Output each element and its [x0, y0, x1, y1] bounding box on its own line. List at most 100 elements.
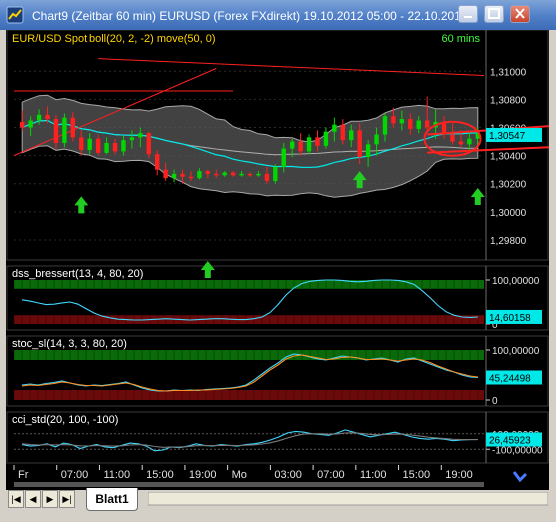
time-tick-label: 07:00	[317, 469, 345, 481]
time-tick-label: Mo	[232, 469, 247, 481]
price-bar-body	[146, 133, 151, 155]
overlay-label: boll(20, 2, -2) move(50, 0)	[89, 33, 216, 45]
close-button[interactable]	[510, 5, 530, 23]
time-tick-label: 19:00	[445, 469, 473, 481]
price-bar-body	[315, 137, 320, 146]
price-bar-body	[121, 140, 126, 152]
price-bar-body	[95, 138, 101, 153]
price-bar-body	[104, 142, 109, 153]
price-bar-body	[416, 120, 421, 129]
price-tick-label: 1,29800	[490, 236, 527, 247]
chart-canvas[interactable]: 1,310001,308001,306001,304001,302001,300…	[6, 30, 549, 490]
time-tick-label: 03:00	[274, 469, 302, 481]
price-bar-body	[357, 130, 362, 158]
price-bar-body	[45, 114, 50, 120]
price-bar-body	[467, 138, 472, 145]
price-bar-body	[171, 173, 177, 179]
indicator-tick-label: 100,00000	[492, 276, 540, 287]
price-bar-body	[205, 171, 211, 174]
price-bar-body	[197, 171, 202, 179]
indicator-last-value: 26,45923	[489, 435, 531, 446]
price-bar-body	[36, 114, 42, 121]
price-bar-body	[382, 116, 388, 135]
price-bar-body	[188, 176, 194, 179]
price-bar-body	[247, 173, 253, 176]
price-bar-body	[332, 124, 337, 132]
price-bar-body	[256, 173, 261, 176]
price-bar-body	[239, 173, 244, 176]
price-bar-body	[298, 141, 303, 152]
price-tick-label: 1,31000	[490, 67, 527, 78]
price-bar-body	[289, 141, 295, 149]
close-icon	[515, 8, 525, 19]
maximize-icon	[488, 8, 500, 19]
indicator-tick-label: 0	[492, 396, 498, 407]
price-bar-body	[374, 134, 379, 145]
price-bar-body	[340, 124, 345, 141]
price-bar-body	[53, 119, 59, 143]
sheet-tab-bar: |◀ ◀ ▶ ▶| Blatt1	[6, 488, 549, 522]
price-bar-body	[408, 119, 413, 129]
time-tick-label: 19:00	[189, 469, 217, 481]
indicator-label: stoc_sl(14, 3, 3, 80, 20)	[12, 338, 127, 350]
price-bar-body	[129, 137, 135, 141]
instrument-label: EUR/USD Spot	[12, 33, 87, 45]
minimize-icon	[464, 16, 472, 18]
price-bar-body	[180, 173, 185, 177]
timeframe-label: 60 mins	[441, 33, 480, 45]
window-title: Chart9 (Zeitbar 60 min) EURUSD (Forex FX…	[32, 9, 461, 23]
price-bar-body	[273, 166, 278, 181]
price-bar-body	[264, 173, 270, 181]
price-bar-body	[399, 119, 405, 124]
price-tick-label: 1,30800	[490, 95, 527, 106]
price-bar-body	[450, 134, 455, 142]
indicator-label: cci_std(20, 100, -100)	[12, 414, 118, 426]
price-bar-body	[70, 117, 76, 138]
price-bar-body	[349, 130, 354, 141]
chart-area[interactable]: 1,310001,308001,306001,304001,302001,300…	[6, 30, 549, 490]
time-tick-label: 11:00	[360, 469, 387, 481]
price-bar-body	[79, 137, 84, 150]
price-bar-body	[222, 172, 227, 176]
price-tick-label: 1,30200	[490, 180, 527, 191]
price-bar-body	[424, 120, 430, 128]
last-sheet-button[interactable]: ▶|	[59, 490, 75, 508]
price-bar-body	[155, 154, 160, 170]
indicator-tick-label: -100,00000	[492, 445, 543, 456]
minimize-button[interactable]	[458, 5, 478, 23]
time-tick-label: 15:00	[403, 469, 431, 481]
price-bar-body	[391, 116, 396, 124]
indicator-last-value: 14,60158	[489, 313, 531, 324]
time-tick-label: 07:00	[61, 469, 89, 481]
price-bar-body	[62, 117, 67, 143]
last-price-value: 1,30547	[489, 131, 526, 142]
title-bar[interactable]: Chart9 (Zeitbar 60 min) EURUSD (Forex FX…	[0, 0, 556, 30]
price-bar-body	[138, 133, 143, 138]
first-sheet-button[interactable]: |◀	[8, 490, 24, 508]
next-sheet-button[interactable]: ▶	[42, 490, 58, 508]
price-bar-body	[458, 141, 464, 145]
time-tick-label: 15:00	[146, 469, 174, 481]
price-bar-body	[281, 148, 286, 167]
price-bar-body	[214, 173, 219, 176]
time-tick-label: Fr	[18, 469, 29, 481]
price-bar-body	[365, 144, 371, 158]
sheet-tab-blatt1[interactable]: Blatt1	[86, 488, 138, 511]
indicator-last-value: 45,24498	[489, 374, 531, 385]
time-scroll-thumb	[14, 482, 484, 487]
price-bar-body	[112, 142, 118, 152]
price-bar-body	[87, 138, 92, 150]
price-bar-body	[28, 120, 33, 128]
price-bar-body	[230, 172, 236, 176]
price-tick-label: 1,30400	[490, 152, 527, 163]
chart-app-icon	[6, 6, 24, 24]
horizontal-scrollbar[interactable]	[148, 492, 548, 506]
indicator-label: dss_bressert(13, 4, 80, 20)	[12, 268, 143, 280]
price-bar-body	[163, 169, 168, 179]
price-bar-body	[20, 121, 25, 128]
price-tick-label: 1,30000	[490, 208, 527, 219]
maximize-button[interactable]	[484, 5, 504, 23]
price-bar-body	[323, 131, 329, 146]
chart-window: Chart9 (Zeitbar 60 min) EURUSD (Forex FX…	[0, 0, 556, 522]
prev-sheet-button[interactable]: ◀	[25, 490, 41, 508]
